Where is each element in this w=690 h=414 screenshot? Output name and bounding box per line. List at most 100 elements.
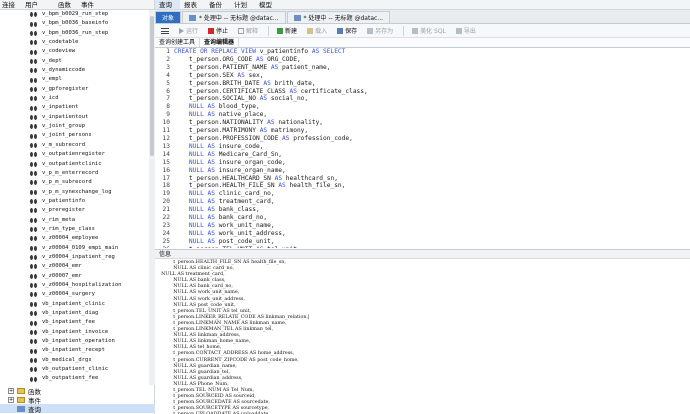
- line-number: 17: [162, 174, 170, 182]
- save-button[interactable]: 保存: [337, 26, 357, 35]
- tree-item[interactable]: v_icd: [0, 94, 150, 103]
- tree-item[interactable]: v_outpatientclinic: [0, 160, 150, 169]
- tree-item[interactable]: v_bpm_b0036_baseinfo: [0, 19, 150, 28]
- document-tab[interactable]: * 处理中 -- 无标题 @datac...: [286, 11, 391, 23]
- document-tab[interactable]: * 处理中 -- 无标题 @dataс...: [182, 11, 286, 23]
- sql-keyword: NULL AS: [174, 142, 219, 150]
- tree-item[interactable]: vb_inpatient_recept: [0, 346, 150, 355]
- tree-item[interactable]: v_m_subrecord: [0, 141, 150, 150]
- expand-icon[interactable]: +: [8, 396, 14, 403]
- tree-item[interactable]: vb_inpatient_fee: [0, 318, 150, 327]
- line-number: 19: [162, 190, 170, 198]
- left-menu-item[interactable]: 函数: [56, 0, 79, 9]
- tree-scroll-thumb[interactable]: [150, 16, 154, 156]
- tree-item-label: v_gpforegister: [42, 85, 89, 92]
- menu-item[interactable]: 计划: [230, 0, 255, 9]
- tree-item[interactable]: v_z00004_hospitalization: [0, 281, 150, 290]
- tree-item[interactable]: v_dept: [0, 57, 150, 66]
- menu-icon[interactable]: [161, 27, 169, 34]
- tree-item[interactable]: v_p_m_enterrecord: [0, 169, 150, 178]
- left-menu-item[interactable]: [46, 0, 56, 9]
- tree-item[interactable]: v_inpatientout: [0, 113, 150, 122]
- tree-item[interactable]: v_z00004_inpatient_reg: [0, 253, 150, 262]
- editor-subtab[interactable]: 查询创建工具: [155, 38, 201, 47]
- menu-item[interactable]: 查询: [155, 0, 180, 9]
- menu-item[interactable]: 备份: [205, 0, 230, 9]
- sql-keyword: NULL AS: [174, 198, 219, 206]
- left-menu-item[interactable]: 连接: [0, 0, 23, 9]
- tree-node-folder[interactable]: + 函数: [0, 386, 155, 396]
- tree-item[interactable]: v_z00004_emr: [0, 262, 150, 271]
- sql-keyword: AS: [270, 63, 283, 71]
- beautify-sql-button[interactable]: 美化 SQL: [412, 26, 446, 35]
- tree-item[interactable]: v_patientinfo: [0, 197, 150, 206]
- tab-label: 对象: [162, 15, 175, 22]
- load-button[interactable]: 载入: [307, 26, 327, 35]
- tree-item[interactable]: v_gpforegister: [0, 85, 150, 94]
- tree-item[interactable]: vb_outpatient_invoice: [0, 384, 150, 386]
- stop-button[interactable]: 停止: [208, 26, 228, 35]
- sql-token: social_no,: [270, 95, 309, 103]
- tree-item[interactable]: vb_outpatient_fee: [0, 374, 150, 383]
- expand-icon[interactable]: +: [8, 387, 14, 394]
- tree-item[interactable]: vb_inpatient_clinic: [0, 300, 150, 309]
- tree-item[interactable]: v_dynamiccode: [0, 66, 150, 75]
- tree-item[interactable]: v_rim_meta: [0, 216, 150, 225]
- left-menu-item[interactable]: 事件: [79, 0, 102, 9]
- tree-item-label: vb_medical_drgs: [42, 356, 92, 363]
- tree-item[interactable]: v_z00004_0109_empi_main: [0, 244, 150, 253]
- code-line: 12 t_person.PROFESSION_CODE AS professio…: [155, 135, 690, 143]
- code-line: 22 NULL AS bank_card_no,: [155, 214, 690, 222]
- tree-item[interactable]: v_bpm_b0029_run_step: [0, 10, 150, 19]
- tree-item[interactable]: v_p_m_subrecord: [0, 178, 150, 187]
- sql-token: work_unit_name,: [218, 221, 275, 229]
- view-icon: [30, 105, 38, 111]
- line-number: 25: [162, 237, 170, 245]
- code-line: 16 NULL AS insure_organ_name,: [155, 167, 690, 175]
- explain-button[interactable]: 解释: [238, 26, 258, 35]
- tree-item[interactable]: vb_inpatient_operation: [0, 337, 150, 346]
- tree-item[interactable]: vb_medical_drgs: [0, 356, 150, 365]
- menu-item[interactable]: 模型: [255, 0, 280, 9]
- tree-node-query[interactable]: 查询: [0, 404, 155, 414]
- tree-item-label: v_joint_persons: [42, 132, 92, 139]
- tree-item[interactable]: v_codetable: [0, 38, 150, 47]
- tree-item[interactable]: vb_inpatient_diag: [0, 309, 150, 318]
- sql-editor[interactable]: 1 CREATE OR REPLACE VIEW v_patientinfo AS…: [155, 48, 690, 248]
- view-icon: [30, 245, 38, 251]
- save-as-button[interactable]: 另存为: [367, 26, 393, 35]
- tree-item[interactable]: vb_outpatient_clinic: [0, 365, 150, 374]
- tree-item[interactable]: vb_inpatient_invoice: [0, 328, 150, 337]
- code-text: NULL AS work_unit_name,: [174, 222, 275, 230]
- run-button[interactable]: 运行: [179, 26, 198, 35]
- sql-keyword: AS: [237, 71, 249, 79]
- tree-item-label: vb_outpatient_fee: [42, 375, 99, 382]
- tree-item[interactable]: v_empl: [0, 75, 150, 84]
- document-tab[interactable]: 对象: [155, 11, 182, 23]
- tree-item-label: v_z00004_hospitalization: [42, 281, 122, 288]
- sql-token: brith_date,: [274, 79, 316, 87]
- code-line: 9 NULL AS native_place,: [155, 111, 690, 119]
- tree-item[interactable]: v_z00004_surgery: [0, 290, 150, 299]
- tree-item[interactable]: v_preregister: [0, 206, 150, 215]
- left-menu-item[interactable]: 用户: [23, 0, 46, 9]
- tree-item[interactable]: v_p_m_synexchange_log: [0, 188, 150, 197]
- tree-node-folder[interactable]: + 事件: [0, 395, 155, 405]
- menu-item[interactable]: 报表: [180, 0, 205, 9]
- editor-subtab[interactable]: 查询编辑器: [200, 38, 240, 47]
- code-text: NULL AS insure_organ_code,: [174, 159, 286, 167]
- tree-item[interactable]: v_z00007_emr: [0, 272, 150, 281]
- sql-token: t_person.CERTIFICATE_CLASS: [174, 87, 290, 95]
- tree-item[interactable]: v_bpm_b0036_run_step: [0, 29, 150, 38]
- tree-item[interactable]: v_inpatient: [0, 103, 150, 112]
- tree-item[interactable]: v_joint_persons: [0, 131, 150, 140]
- tree-item[interactable]: v_z00004_employee: [0, 234, 150, 243]
- tree-item[interactable]: v_rim_type_class: [0, 225, 150, 234]
- tree-item[interactable]: v_codeview: [0, 47, 150, 56]
- export-button[interactable]: 导出: [455, 26, 476, 35]
- tree-item[interactable]: v_outpatienregister: [0, 150, 150, 159]
- line-number: 16: [162, 166, 170, 174]
- tree-item[interactable]: v_joint_group: [0, 122, 150, 131]
- info-tab[interactable]: 信息: [155, 249, 690, 259]
- new-button[interactable]: 新建: [277, 26, 297, 35]
